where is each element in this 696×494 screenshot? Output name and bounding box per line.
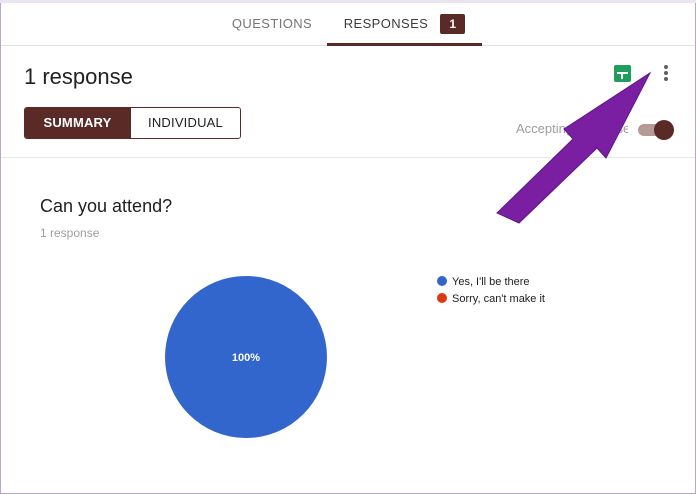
legend-swatch-1 <box>437 293 447 304</box>
summary-button[interactable]: SUMMARY <box>25 108 130 138</box>
legend-label-0: Yes, I'll be there <box>452 276 530 288</box>
pie-chart: 100% <box>165 276 327 438</box>
divider <box>1 157 695 158</box>
active-tab-indicator <box>327 43 482 46</box>
chart-legend: Yes, I'll be there Sorry, can't make it <box>437 275 545 309</box>
tab-responses-label: RESPONSES <box>343 15 429 31</box>
google-sheets-icon[interactable] <box>614 65 631 82</box>
legend-item-1: Sorry, can't make it <box>437 292 545 309</box>
tab-responses[interactable]: RESPONSES 1 <box>327 3 482 46</box>
responses-title: 1 response <box>24 64 133 89</box>
legend-item-0: Yes, I'll be there <box>437 275 545 292</box>
question-title: Can you attend? <box>40 196 173 216</box>
tab-questions[interactable]: QUESTIONS <box>219 3 325 45</box>
tab-questions-label: QUESTIONS <box>231 15 313 31</box>
individual-button[interactable]: INDIVIDUAL <box>130 108 240 138</box>
legend-label-1: Sorry, can't make it <box>452 293 545 305</box>
toggle-knob[interactable] <box>654 120 674 140</box>
tab-bar: QUESTIONS RESPONSES 1 <box>1 3 695 46</box>
more-vert-icon[interactable] <box>658 64 674 82</box>
responses-count-badge: 1 <box>440 13 466 34</box>
question-response-count: 1 response <box>40 226 100 240</box>
legend-swatch-0 <box>437 276 447 287</box>
view-toggle: SUMMARY INDIVIDUAL <box>24 107 241 139</box>
accepting-responses-label: Accepting responses <box>516 121 628 136</box>
pie-slice-label-0: 100% <box>232 352 260 364</box>
